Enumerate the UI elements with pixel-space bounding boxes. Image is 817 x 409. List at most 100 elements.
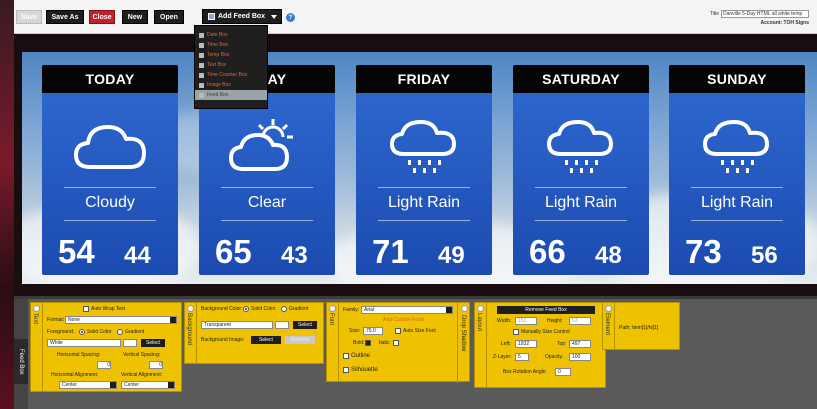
- forecast-condition: Light Rain: [387, 194, 461, 211]
- h-spacing-input[interactable]: 0: [97, 361, 111, 369]
- account-label: Account: TOH Signs: [760, 20, 809, 26]
- side-tab-feed-box[interactable]: Feed Box: [14, 339, 28, 384]
- side-tab-blank[interactable]: [14, 299, 28, 339]
- rain-cloud-icon: [513, 105, 649, 185]
- save-as-button[interactable]: Save As: [46, 10, 84, 24]
- background-panel: Background Background Color: Solid Color…: [184, 302, 324, 364]
- left-edge-band: [0, 0, 14, 409]
- fg-solid-radio[interactable]: [79, 329, 85, 335]
- font-family-select[interactable]: Arial: [361, 306, 453, 314]
- v-spacing-label: Vertical Spacing:: [123, 352, 161, 358]
- counter-icon: [199, 72, 204, 78]
- divider: [535, 187, 627, 188]
- bg-image-label: Background Image:: [201, 337, 245, 343]
- outline-checkbox[interactable]: [343, 353, 349, 359]
- outline-label: Outline: [351, 353, 371, 359]
- bg-gradient-radio[interactable]: [281, 306, 287, 312]
- menu-item-time-box[interactable]: Time Box: [195, 40, 267, 50]
- save-button[interactable]: Save: [16, 10, 42, 24]
- fg-gradient-label: Gradient: [125, 329, 145, 335]
- menu-item-date-box[interactable]: Date Box: [195, 30, 267, 40]
- forecast-card[interactable]: TODAY Cloudy 54 44: [42, 65, 178, 275]
- z-layer-input[interactable]: 5: [515, 353, 529, 361]
- auto-wrap-checkbox[interactable]: [83, 306, 89, 312]
- help-icon[interactable]: ?: [286, 13, 295, 22]
- auto-wrap-label: Auto Wrap Text: [91, 306, 125, 312]
- collapse-icon[interactable]: [605, 305, 612, 312]
- height-input[interactable]: 53: [569, 317, 591, 325]
- menu-item-image-box[interactable]: Image Box: [195, 80, 267, 90]
- forecast-day: TODAY: [42, 65, 178, 93]
- menu-item-feed-box[interactable]: Feed Box: [195, 90, 267, 100]
- italic-checkbox[interactable]: [393, 340, 399, 346]
- forecast-card[interactable]: SATURDAY Light Rain 66 48: [513, 65, 649, 275]
- close-button[interactable]: Close: [89, 10, 115, 24]
- rotation-input[interactable]: 0: [555, 368, 571, 376]
- design-canvas[interactable]: TODAYCloudy5444SDAYClear6543FRIDAYLight …: [22, 52, 817, 284]
- side-tabs: Feed Box: [14, 299, 28, 409]
- top-label: Top:: [557, 341, 567, 347]
- fg-gradient-radio[interactable]: [117, 329, 123, 335]
- text-icon: [199, 62, 204, 68]
- menu-item-temp-box[interactable]: Temp Box: [195, 50, 267, 60]
- left-input[interactable]: 1932: [515, 340, 537, 348]
- add-feed-box-label: Add Feed Box: [218, 13, 266, 20]
- add-custom-fonts-link[interactable]: Add Custom Fonts: [383, 317, 424, 323]
- collapse-icon[interactable]: [33, 305, 40, 312]
- add-feed-box-menu: Date Box Time Box Temp Box Text Box Time…: [194, 25, 268, 109]
- forecast-card[interactable]: FRIDAY Light Rain 71 49: [356, 65, 492, 275]
- bold-checkbox[interactable]: [365, 340, 371, 346]
- bg-color-field[interactable]: Transparent: [201, 321, 273, 329]
- top-input[interactable]: 497: [569, 340, 591, 348]
- collapse-icon[interactable]: [477, 305, 484, 312]
- menu-item-time-counter-box[interactable]: Time Counter Box: [195, 70, 267, 80]
- font-family-label: Family:: [343, 307, 360, 313]
- add-feed-box-button[interactable]: Add Feed Box: [202, 9, 282, 24]
- z-layer-label: Z-Layer:: [493, 354, 512, 360]
- collapse-icon[interactable]: [187, 305, 194, 312]
- font-size-input[interactable]: 75.0: [363, 327, 383, 335]
- new-button[interactable]: New: [122, 10, 148, 24]
- collapse-icon[interactable]: [329, 305, 336, 312]
- v-align-label: Vertical Alignment:: [121, 372, 163, 378]
- auto-size-label: Auto Size Font: [403, 328, 436, 334]
- h-align-select[interactable]: Center: [59, 381, 117, 389]
- opacity-input[interactable]: 100: [569, 353, 591, 361]
- width-label: Width:: [497, 318, 512, 324]
- width-input[interactable]: 151: [515, 317, 537, 325]
- bg-gradient-label: Gradient: [289, 306, 309, 312]
- format-label: Format:: [47, 317, 65, 323]
- opacity-label: Opacity:: [545, 354, 564, 360]
- forecast-card[interactable]: SUNDAY Light Rain 73 56: [669, 65, 805, 275]
- h-spacing-label: Horizontal Spacing:: [57, 352, 101, 358]
- bg-image-remove-button[interactable]: Remove: [285, 336, 315, 344]
- rain-cloud-icon: [356, 105, 492, 185]
- foreground-color-field[interactable]: White: [47, 339, 121, 347]
- title-label: Title: [709, 11, 719, 17]
- manual-size-checkbox[interactable]: [513, 329, 519, 335]
- title-input[interactable]: Danville 5-Day HTML all white temp: [721, 10, 809, 18]
- forecast-low: 56: [751, 242, 778, 269]
- fg-select-button[interactable]: Select: [141, 339, 165, 347]
- drop-shadow-tab[interactable]: Drop Shadow: [457, 303, 471, 383]
- silhouette-checkbox[interactable]: [343, 367, 349, 373]
- foreground-label: Foreground:: [47, 329, 75, 335]
- divider: [378, 187, 470, 188]
- format-select[interactable]: None: [65, 316, 177, 324]
- v-align-select[interactable]: Center: [121, 381, 175, 389]
- open-button[interactable]: Open: [154, 10, 184, 24]
- bg-solid-radio[interactable]: [243, 306, 249, 312]
- collapse-icon[interactable]: [461, 305, 468, 312]
- auto-size-checkbox[interactable]: [395, 328, 401, 334]
- forecast-condition: Cloudy: [85, 194, 135, 211]
- bg-select-button[interactable]: Select: [293, 321, 317, 329]
- forecast-high: 73: [685, 233, 722, 270]
- menu-item-text-box[interactable]: Text Box: [195, 60, 267, 70]
- v-spacing-input[interactable]: 0: [149, 361, 163, 369]
- divider: [221, 187, 313, 188]
- font-panel-label: Font: [328, 313, 334, 326]
- forecast-day: SUNDAY: [669, 65, 805, 93]
- remove-feed-box-button[interactable]: Remove Feed Box: [497, 306, 595, 314]
- bg-image-select-button[interactable]: Select: [251, 336, 281, 344]
- silhouette-label: Silhouette: [351, 367, 378, 373]
